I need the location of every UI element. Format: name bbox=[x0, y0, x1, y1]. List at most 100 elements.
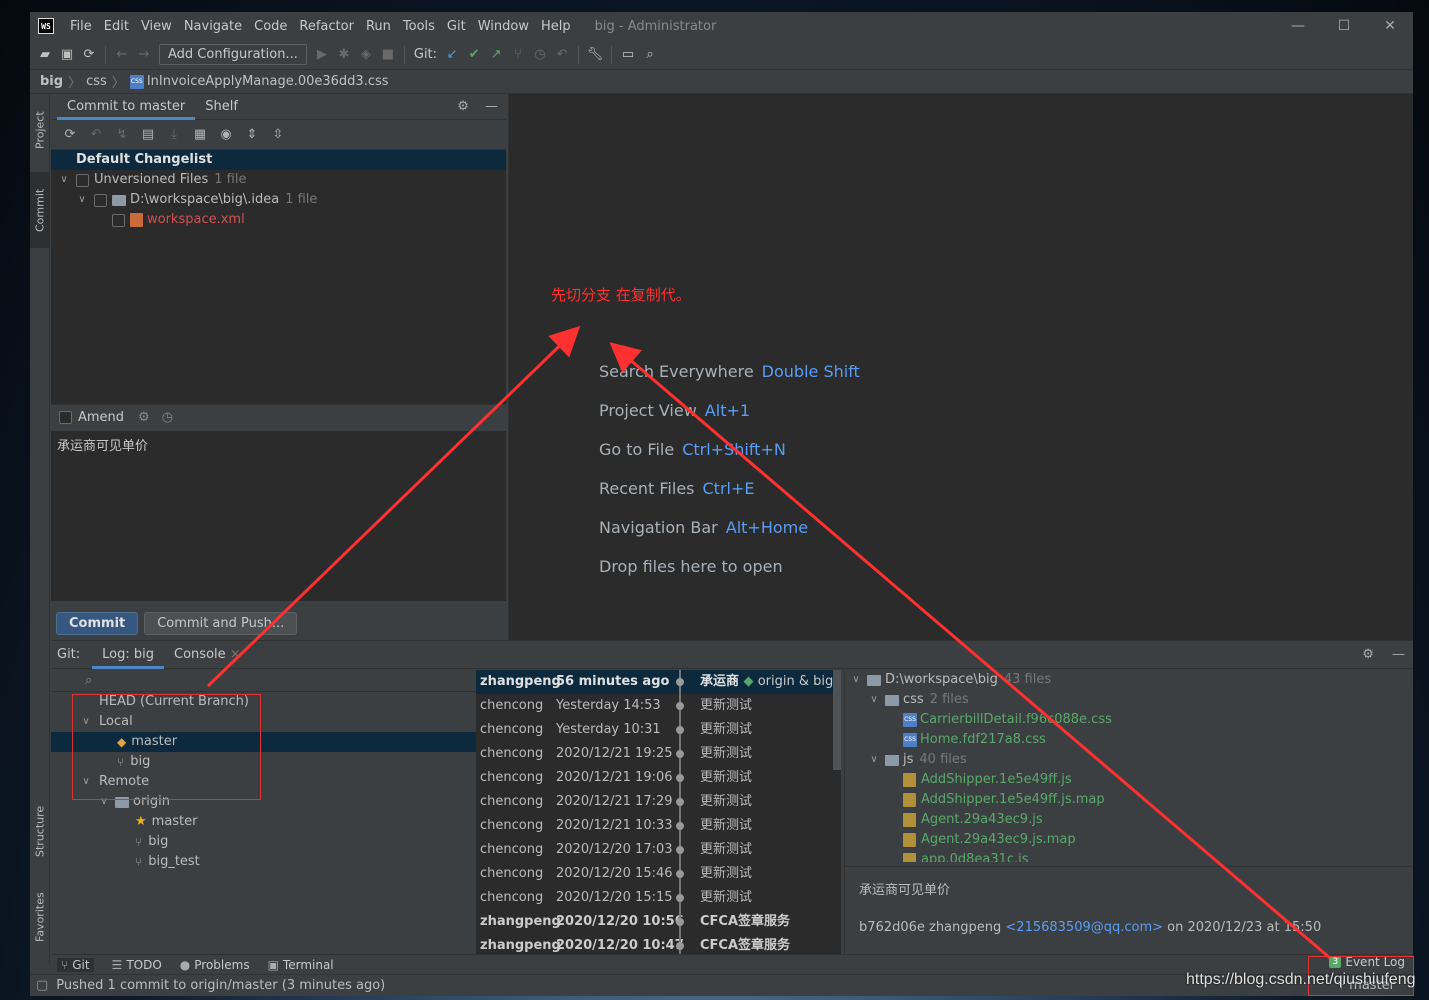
debug-icon[interactable]: ✱ bbox=[333, 47, 355, 62]
tool-tab-terminal[interactable]: ▣ Terminal bbox=[268, 958, 334, 972]
tab-log-big[interactable]: Log: big bbox=[92, 641, 165, 669]
stop-icon[interactable]: ■ bbox=[377, 47, 399, 62]
chevron-down-icon[interactable]: ∨ bbox=[849, 670, 863, 690]
branch-remote-big[interactable]: ⑂ big bbox=[51, 832, 476, 852]
default-changelist[interactable]: Default Changelist bbox=[51, 150, 506, 170]
tool-tab-todo[interactable]: ☰ TODO bbox=[112, 958, 162, 972]
tab-commit-to-master[interactable]: Commit to master bbox=[57, 94, 196, 120]
search-icon[interactable]: ⌕ bbox=[639, 47, 661, 62]
menu-refactor[interactable]: Refactor bbox=[293, 19, 360, 34]
hide-panel-icon[interactable]: — bbox=[1392, 647, 1405, 662]
commit-message-input[interactable]: 承运商可见单价 bbox=[51, 431, 506, 601]
expand-all-icon[interactable]: ⇕ bbox=[239, 127, 265, 142]
branch-search-input[interactable]: ⌕ bbox=[51, 670, 476, 692]
tool-tab-problems[interactable]: ● Problems bbox=[180, 958, 250, 972]
coverage-icon[interactable]: ◈ bbox=[355, 47, 377, 62]
close-icon[interactable]: ✕ bbox=[1367, 12, 1413, 40]
workspace-file-node[interactable]: workspace.xml bbox=[51, 210, 506, 230]
commit-row[interactable]: chencong Yesterday 14:53 更新测试 bbox=[476, 694, 841, 718]
menu-view[interactable]: View bbox=[135, 19, 178, 34]
project-tool-tab[interactable]: Project bbox=[30, 100, 50, 160]
files-root-node[interactable]: ∨ D:\workspace\big 43 files bbox=[845, 670, 1413, 690]
author-email-link[interactable]: <215683509@qq.com> bbox=[1005, 920, 1163, 935]
update-icon[interactable]: ↯ bbox=[109, 127, 135, 142]
download-icon[interactable]: ⤓ bbox=[161, 127, 187, 142]
menu-run[interactable]: Run bbox=[360, 19, 397, 34]
run-icon[interactable]: ▶ bbox=[311, 47, 333, 62]
git-push-icon[interactable]: ↗ bbox=[485, 47, 507, 62]
commit-row[interactable]: chencong 2020/12/20 15:46 更新测试 bbox=[476, 862, 841, 886]
changed-file[interactable]: Agent.29a43ec9.js.map bbox=[845, 830, 1413, 850]
checkbox[interactable] bbox=[76, 173, 89, 187]
git-branch-icon[interactable]: ⑂ bbox=[507, 47, 529, 62]
commit-row[interactable]: zhangpeng 56 minutes ago 承运商 ◆ origin & … bbox=[476, 670, 841, 694]
chevron-down-icon[interactable]: ∨ bbox=[57, 170, 71, 190]
menu-file[interactable]: File bbox=[64, 19, 98, 34]
rollback-icon[interactable]: ↶ bbox=[551, 47, 573, 62]
favorites-tool-tab[interactable]: Favorites bbox=[30, 880, 50, 954]
chevron-down-icon[interactable]: ∨ bbox=[75, 190, 89, 210]
gear-icon[interactable]: ⚙ bbox=[457, 99, 469, 114]
editor-empty-area[interactable]: 先切分支 在复制代。 Search Everywhere Double Shift… bbox=[508, 94, 1413, 640]
scrollbar-thumb[interactable] bbox=[833, 670, 841, 770]
gear-icon[interactable]: ⚙ bbox=[1362, 647, 1374, 662]
menu-git[interactable]: Git bbox=[441, 19, 472, 34]
structure-tool-tab[interactable]: Structure bbox=[30, 794, 50, 868]
collapse-all-icon[interactable]: ⇳ bbox=[265, 127, 291, 142]
changed-file[interactable]: CSS CarrierbillDetail.f96c088e.css bbox=[845, 710, 1413, 730]
branch-remote-big-test[interactable]: ⑂ big_test bbox=[51, 852, 476, 872]
clock-icon[interactable]: ◷ bbox=[162, 410, 173, 425]
commit-row[interactable]: chencong 2020/12/21 17:29 更新测试 bbox=[476, 790, 841, 814]
menu-code[interactable]: Code bbox=[248, 19, 293, 34]
show-diff-icon[interactable]: ▤ bbox=[135, 127, 161, 142]
js-folder-node[interactable]: ∨ js 40 files bbox=[845, 750, 1413, 770]
git-commit-icon[interactable]: ✔ bbox=[463, 47, 485, 62]
add-configuration-button[interactable]: Add Configuration... bbox=[159, 44, 307, 65]
unversioned-files-node[interactable]: ∨ Unversioned Files 1 file bbox=[51, 170, 506, 190]
terminal-window-icon[interactable]: ▭ bbox=[617, 47, 639, 62]
commit-button[interactable]: Commit bbox=[56, 611, 139, 635]
breadcrumb-project[interactable]: big bbox=[40, 74, 63, 89]
history-icon[interactable]: ◷ bbox=[529, 47, 551, 62]
changed-file[interactable]: CSS Home.fdf217a8.css bbox=[845, 730, 1413, 750]
view-options-icon[interactable]: ◉ bbox=[213, 127, 239, 142]
menu-help[interactable]: Help bbox=[535, 19, 577, 34]
rollback-icon[interactable]: ↶ bbox=[83, 127, 109, 142]
menu-tools[interactable]: Tools bbox=[397, 19, 441, 34]
git-update-icon[interactable]: ↙ bbox=[441, 47, 463, 62]
close-tab-icon[interactable]: × bbox=[230, 647, 241, 662]
checkbox[interactable] bbox=[112, 213, 125, 227]
chevron-down-icon[interactable]: ∨ bbox=[867, 750, 881, 770]
forward-icon[interactable]: → bbox=[133, 47, 155, 62]
menu-navigate[interactable]: Navigate bbox=[178, 19, 248, 34]
commit-row[interactable]: chencong 2020/12/21 19:25 更新测试 bbox=[476, 742, 841, 766]
save-icon[interactable]: ▣ bbox=[56, 47, 78, 62]
settings-wrench-icon[interactable]: 🔧︎ bbox=[584, 47, 606, 62]
changed-file[interactable]: AddShipper.1e5e49ff.js bbox=[845, 770, 1413, 790]
layout-icon[interactable]: ▢ bbox=[36, 978, 48, 993]
changed-file[interactable]: Agent.29a43ec9.js bbox=[845, 810, 1413, 830]
breadcrumb-folder[interactable]: css bbox=[86, 74, 107, 89]
breadcrumb-file[interactable]: InInvoiceApplyManage.00e36dd3.css bbox=[147, 74, 389, 89]
commit-row[interactable]: chencong 2020/12/21 10:33 更新测试 bbox=[476, 814, 841, 838]
refresh-icon[interactable]: ⟳ bbox=[57, 127, 83, 142]
changed-file[interactable]: app.0d8ea31c.js bbox=[845, 850, 1413, 862]
menu-window[interactable]: Window bbox=[472, 19, 535, 34]
amend-checkbox[interactable] bbox=[59, 411, 72, 424]
commit-row[interactable]: chencong 2020/12/21 19:06 更新测试 bbox=[476, 766, 841, 790]
tool-tab-git[interactable]: ⑂ Git bbox=[57, 957, 94, 972]
open-folder-icon[interactable]: ▰ bbox=[34, 47, 56, 62]
checkbox[interactable] bbox=[94, 193, 107, 207]
commit-row[interactable]: chencong 2020/12/20 15:15 更新测试 bbox=[476, 886, 841, 910]
menu-edit[interactable]: Edit bbox=[98, 19, 135, 34]
branch-remote-master[interactable]: ★ master bbox=[51, 812, 476, 832]
commit-row[interactable]: chencong 2020/12/20 17:03 更新测试 bbox=[476, 838, 841, 862]
back-icon[interactable]: ← bbox=[111, 47, 133, 62]
changed-file[interactable]: AddShipper.1e5e49ff.js.map bbox=[845, 790, 1413, 810]
maximize-icon[interactable]: ☐ bbox=[1321, 12, 1367, 40]
chevron-down-icon[interactable]: ∨ bbox=[867, 690, 881, 710]
minimize-icon[interactable]: — bbox=[1275, 12, 1321, 40]
sync-icon[interactable]: ⟳ bbox=[78, 47, 100, 62]
tab-shelf[interactable]: Shelf bbox=[195, 94, 248, 120]
idea-folder-node[interactable]: ∨ D:\workspace\big\.idea 1 file bbox=[51, 190, 506, 210]
